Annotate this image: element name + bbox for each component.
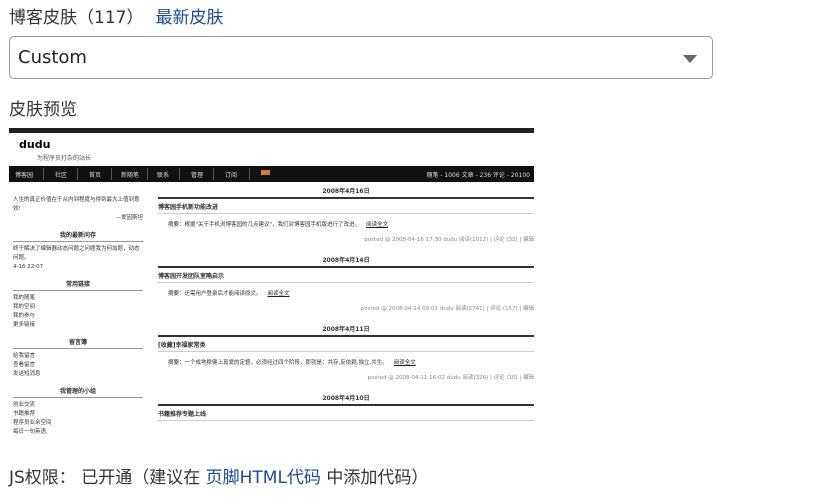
preview-side-link: 给我留言	[13, 353, 36, 359]
latest-skins-link[interactable]: 最新皮肤	[155, 8, 223, 28]
preview-main: 2008年4月16日 博客园手机新功能改进 摘要：根据"关于手机浏博客园的几点建…	[158, 186, 534, 427]
preview-read-more: 阅读全文	[267, 291, 290, 297]
preview-side-link: 我的参与	[13, 313, 36, 319]
preview-nav-divider	[77, 168, 78, 180]
js-permission-line: JS权限： 已开通（建议在 页脚HTML代码 中添加代码）	[9, 466, 428, 490]
preview-quote-author: —爱因斯坦	[115, 215, 143, 221]
preview-side-link: 我的随笔	[13, 295, 36, 301]
js-permission-label: JS权限：	[9, 468, 76, 488]
preview-nav-divider	[213, 168, 214, 180]
preview-recent-time: 4-16 22:07	[13, 264, 44, 270]
skin-select[interactable]: Custom	[9, 36, 713, 79]
preview-post-date: 2008年4月11日	[158, 324, 534, 337]
preview-post-abstract: 摘要：一个成熟稳健上真爱的定督，必须经过四个阶段，那就是：共存,反依赖,独立,共…	[168, 358, 534, 366]
preview-post-date: 2008年4月10日	[158, 393, 534, 406]
preview-label: 皮肤预览	[9, 100, 77, 120]
preview-nav-item: 社区	[55, 172, 68, 179]
preview-nav-divider	[111, 168, 112, 180]
skin-select-value: Custom	[18, 47, 87, 68]
preview-nav-item: 管理	[191, 172, 204, 179]
skin-count-title: 博客皮肤（117）	[9, 8, 144, 28]
preview-nav-item: 首页	[89, 172, 102, 179]
skin-header: 博客皮肤（117） 最新皮肤	[9, 6, 223, 30]
preview-post-date: 2008年4月14日	[158, 255, 534, 268]
preview-quote: 人生的真正价值在于从内到程度与得到最大上值到意效!	[13, 197, 140, 212]
footer-html-link[interactable]: 页脚HTML代码	[206, 468, 321, 488]
preview-sidebar: 人生的真正价值在于从内到程度与得到最大上值到意效! —爱因斯坦 我的最新问存 终…	[13, 196, 143, 437]
preview-side-link: 我的空间	[13, 304, 36, 310]
preview-post-footer: posted @ 2008-04-16 17:30 dudu 阅读(1012) …	[364, 237, 534, 243]
preview-nav-divider	[179, 168, 180, 180]
preview-post-footer: posted @ 2008-04-11 16:02 dudu 阅读(326) |…	[367, 375, 534, 381]
preview-blog-name: dudu	[19, 138, 51, 151]
preview-side-link: 创业交流	[13, 402, 36, 408]
preview-post-abstract-text: 摘要：还需用户登录后才能阅读原文。	[168, 291, 262, 297]
js-permission-suffix: 中添加代码）	[326, 468, 429, 488]
preview-nav-divider	[43, 168, 44, 180]
preview-post-abstract: 摘要：根据"关于手机浏博客园的几点建议"，我们对博客园手机版进行了改进。 阅读全文	[168, 220, 534, 228]
js-permission-status: 已开通（建议在	[81, 468, 201, 488]
preview-read-more: 阅读全文	[366, 222, 389, 228]
preview-side-link: 查看留言	[13, 362, 36, 368]
preview-nav-divider	[147, 168, 148, 180]
preview-post-title: 博客园开发团队室略启示	[158, 271, 534, 283]
preview-post-title: [收藏]幸福家常类	[158, 340, 534, 352]
preview-side-link: 每日一句英语	[13, 429, 47, 435]
preview-nav-item: 新随笔	[121, 172, 140, 179]
preview-nav-item: 联系	[157, 172, 170, 179]
preview-post-title: 博客园手机新功能改进	[158, 202, 534, 214]
preview-nav-item: 订阅	[225, 172, 238, 179]
preview-topbar	[9, 128, 534, 133]
preview-nav-divider	[249, 168, 250, 180]
skin-preview-image: dudu 为程序员打杂的站长 博客园 社区 首页 新随笔 联系 管理 订阅 随笔…	[9, 128, 534, 448]
preview-navbar: 博客园 社区 首页 新随笔 联系 管理 订阅 随笔 - 1006 文章 - 23…	[9, 166, 534, 182]
preview-side-link: 程序员业余空间	[13, 420, 52, 426]
rss-icon	[261, 170, 270, 175]
preview-post-abstract-text: 摘要：根据"关于手机浏博客园的几点建议"，我们对博客园手机版进行了改进。	[168, 222, 361, 228]
preview-post-footer: posted @ 2008-04-14 09:01 dudu 阅读(2741) …	[360, 306, 534, 312]
preview-side-link: 更多链接	[13, 322, 36, 328]
preview-side-heading: 常用链接	[13, 279, 143, 291]
preview-stats: 随笔 - 1006 文章 - 236 评论 - 20100	[426, 172, 530, 179]
preview-side-heading: 留言簿	[13, 337, 143, 349]
preview-read-more: 阅读全文	[393, 360, 416, 366]
preview-slogan: 为程序员打杂的站长	[37, 155, 92, 162]
preview-recent-text: 终于解决了编辑器动态问题之问题我为何加题，动态问题。	[13, 246, 140, 261]
preview-post-title: 书籍推荐专题上线	[158, 409, 534, 421]
preview-post-abstract: 摘要：还需用户登录后才能阅读原文。 阅读全文	[168, 289, 534, 297]
preview-post-abstract-text: 摘要：一个成熟稳健上真爱的定督，必须经过四个阶段，那就是：共存,反依赖,独立,共…	[168, 360, 388, 366]
preview-side-heading: 我的最新问存	[13, 230, 143, 242]
chevron-down-icon	[683, 55, 697, 63]
preview-side-heading: 我管理的小组	[13, 386, 143, 398]
preview-nav-item: 博客园	[15, 172, 34, 179]
preview-side-link: 书籍推荐	[13, 411, 36, 417]
preview-post-date: 2008年4月16日	[158, 186, 534, 199]
preview-side-link: 发送短消息	[13, 371, 41, 377]
